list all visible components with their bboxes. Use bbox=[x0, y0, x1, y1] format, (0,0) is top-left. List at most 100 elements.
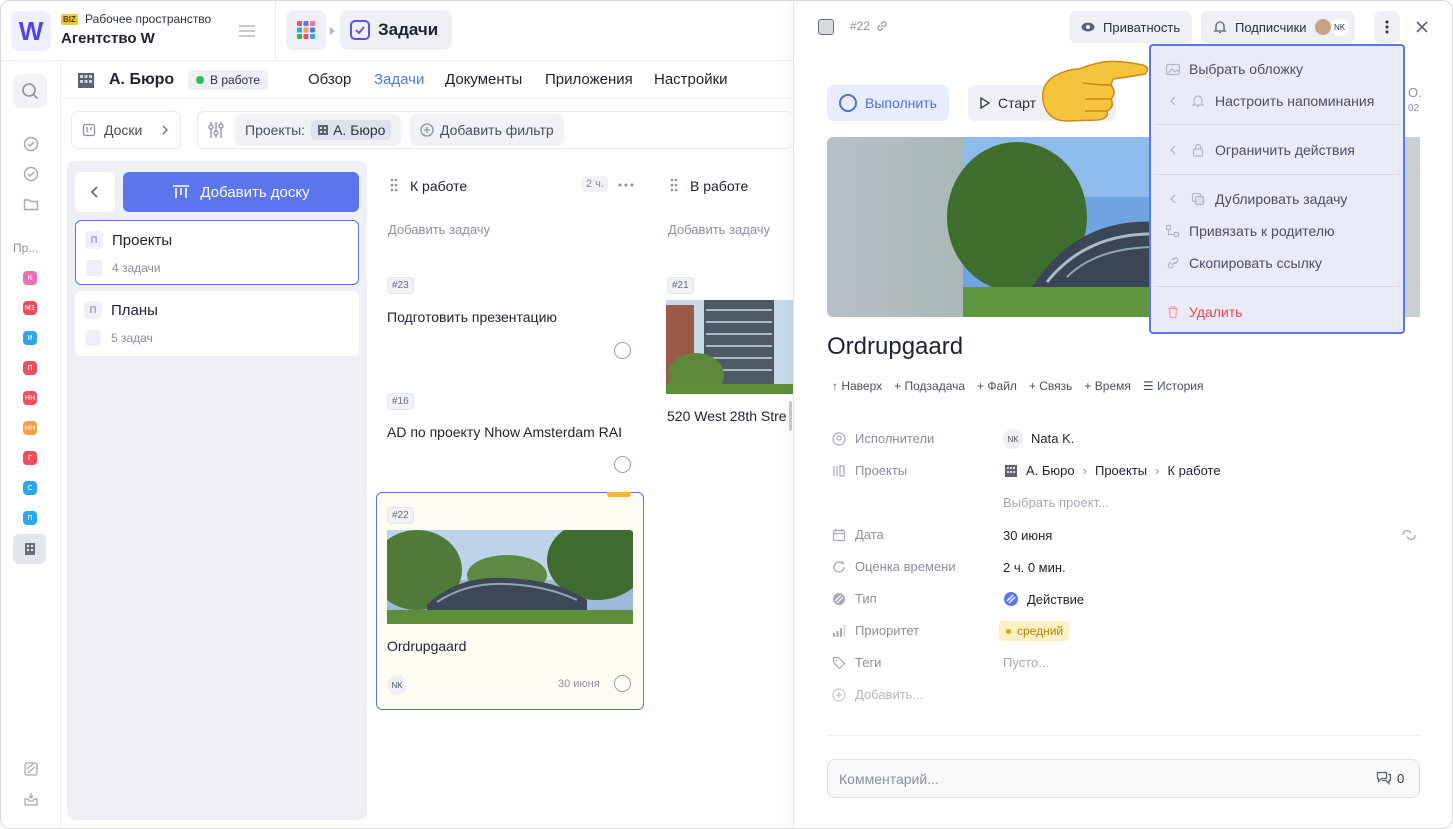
bell-icon bbox=[1191, 95, 1205, 108]
subscribers-label: Подписчики bbox=[1235, 19, 1307, 35]
add-field-button[interactable]: Добавить... bbox=[855, 687, 923, 702]
more-menu-button[interactable] bbox=[1374, 11, 1400, 43]
move-up-button[interactable]: ↑ Наверх bbox=[832, 379, 882, 393]
left-rail: Пр... К М1 И П НН НН Г С П bbox=[1, 61, 61, 828]
date-value[interactable]: 30 июня bbox=[1003, 528, 1052, 543]
more-horizontal-icon[interactable] bbox=[618, 183, 634, 187]
tags-value[interactable]: Пусто... bbox=[1003, 655, 1049, 670]
rail-project-p2[interactable]: П bbox=[23, 511, 37, 525]
workspace-name[interactable]: Агентство W bbox=[61, 30, 155, 47]
rail-project-g[interactable]: Г bbox=[23, 451, 37, 465]
rail-project-nn2[interactable]: НН bbox=[23, 421, 37, 435]
tab-settings[interactable]: Настройки bbox=[654, 71, 728, 88]
column-header-todo[interactable]: К работе 2 ч. bbox=[376, 165, 644, 205]
add-time-button[interactable]: + Время bbox=[1084, 379, 1130, 393]
tab-tasks-project[interactable]: Задачи bbox=[374, 71, 424, 88]
add-board-button[interactable]: Добавить доску bbox=[123, 172, 359, 212]
rail-project-s[interactable]: С bbox=[23, 481, 37, 495]
add-file-button[interactable]: + Файл bbox=[977, 379, 1017, 393]
task-card-21[interactable]: #21 520 West 28th Stre bbox=[656, 262, 793, 471]
assignee-avatar[interactable]: NK bbox=[387, 675, 407, 695]
add-task-button[interactable]: Добавить задачу bbox=[656, 210, 793, 250]
menu-item-choose-cover[interactable]: Выбрать обложку bbox=[1151, 54, 1403, 84]
breadcrumb-arrow-icon bbox=[330, 27, 335, 35]
panel-toggle-icon[interactable] bbox=[818, 19, 834, 35]
menu-item-restrict[interactable]: Ограничить действия bbox=[1151, 135, 1403, 165]
copy-link-icon[interactable] bbox=[876, 20, 888, 32]
tab-tasks[interactable]: Задачи bbox=[340, 10, 452, 50]
subscribers-button[interactable]: Подписчики NK bbox=[1201, 11, 1355, 43]
menu-icon[interactable] bbox=[237, 21, 257, 41]
inbox-icon[interactable] bbox=[23, 791, 39, 807]
add-link-button[interactable]: + Связь bbox=[1029, 379, 1073, 393]
board-item-plans[interactable]: П Планы 5 задач bbox=[75, 291, 359, 356]
tab-overview[interactable]: Обзор bbox=[308, 71, 351, 88]
menu-item-duplicate[interactable]: Дублировать задачу bbox=[1151, 184, 1403, 214]
apps-button[interactable] bbox=[286, 10, 326, 50]
drag-handle-icon[interactable] bbox=[390, 178, 398, 192]
history-button[interactable]: ☰ История bbox=[1143, 379, 1204, 393]
choose-project-link[interactable]: Выбрать проект... bbox=[1003, 495, 1109, 510]
menu-item-attach-parent[interactable]: Привязать к родителю bbox=[1151, 216, 1403, 246]
add-filter-label: Добавить фильтр bbox=[440, 122, 554, 138]
search-button[interactable] bbox=[13, 74, 47, 108]
privacy-button[interactable]: Приватность bbox=[1069, 11, 1193, 43]
project-filter-chip[interactable]: Проекты: А. Бюро bbox=[235, 114, 402, 146]
task-title: Подготовить презентацию bbox=[387, 309, 557, 325]
path-board[interactable]: Проекты bbox=[1095, 463, 1147, 478]
complete-check[interactable] bbox=[614, 456, 631, 473]
task-card-23[interactable]: #23 Подготовить презентацию bbox=[376, 262, 644, 372]
complete-task-button[interactable]: Выполнить bbox=[827, 85, 949, 121]
menu-item-delete[interactable]: Удалить bbox=[1151, 297, 1403, 327]
add-task-button[interactable]: Добавить задачу bbox=[376, 210, 644, 250]
rail-project-nn[interactable]: НН bbox=[23, 391, 37, 405]
priority-dot bbox=[1006, 629, 1011, 634]
tag-icon bbox=[832, 656, 846, 670]
task-number-label: #22 bbox=[850, 19, 871, 33]
project-status-badge[interactable]: В работе bbox=[188, 70, 269, 90]
path-column[interactable]: К работе bbox=[1168, 463, 1221, 478]
priority-badge[interactable]: средний bbox=[999, 621, 1070, 641]
comment-input[interactable]: Комментарий... 0 bbox=[827, 759, 1420, 798]
path-project[interactable]: А. Бюро bbox=[1026, 463, 1075, 478]
task-title[interactable]: Ordrupgaard bbox=[827, 333, 963, 361]
rail-project-active[interactable] bbox=[13, 534, 46, 564]
boards-toggle[interactable]: Доски bbox=[71, 111, 181, 149]
rail-project-i[interactable]: И bbox=[23, 331, 37, 345]
tab-documents[interactable]: Документы bbox=[445, 71, 522, 88]
workspace-logo[interactable]: W bbox=[11, 11, 51, 51]
archive-icon[interactable] bbox=[23, 761, 39, 777]
rail-project-k[interactable]: К bbox=[23, 271, 37, 285]
assignee-name[interactable]: Nata K. bbox=[1031, 431, 1074, 446]
estimate-value[interactable]: 2 ч. 0 мин. bbox=[1003, 560, 1066, 575]
tab-apps[interactable]: Приложения bbox=[545, 71, 633, 88]
drag-handle-icon[interactable] bbox=[670, 178, 678, 192]
collapse-boards-button[interactable] bbox=[75, 172, 115, 212]
add-filter-button[interactable]: Добавить фильтр bbox=[410, 114, 564, 146]
filter-settings-icon[interactable] bbox=[207, 120, 225, 140]
folder-icon[interactable] bbox=[23, 196, 39, 212]
column-header-in-progress[interactable]: В работе bbox=[656, 165, 793, 205]
rail-project-m1[interactable]: М1 bbox=[23, 301, 37, 315]
project-path-breadcrumb[interactable]: А. Бюро › Проекты › К работе bbox=[1004, 463, 1221, 478]
cover-image bbox=[666, 300, 793, 394]
add-subtask-button[interactable]: + Подзадача bbox=[894, 379, 965, 393]
complete-check[interactable] bbox=[614, 342, 631, 359]
plan-badge: BIZ bbox=[61, 14, 78, 25]
cover-icon bbox=[1165, 63, 1181, 76]
type-value[interactable]: Действие bbox=[1003, 591, 1084, 607]
menu-item-copy-link[interactable]: Скопировать ссылку bbox=[1151, 248, 1403, 278]
complete-check[interactable] bbox=[614, 675, 631, 692]
tasks-icon[interactable] bbox=[23, 136, 39, 152]
menu-item-reminders[interactable]: Настроить напоминания bbox=[1151, 86, 1403, 116]
done-icon[interactable] bbox=[23, 166, 39, 182]
task-card-16[interactable]: #16 AD по проекту Nhow Amsterdam RAI bbox=[376, 378, 644, 488]
task-card-22[interactable]: #22 Ordrupgaard NK 30 июня bbox=[376, 492, 644, 710]
repeat-icon[interactable] bbox=[1400, 528, 1418, 542]
panel-resize-handle[interactable] bbox=[789, 401, 792, 431]
rail-project-p[interactable]: П bbox=[23, 361, 37, 375]
board-item-projects[interactable]: П Проекты 4 задачи bbox=[75, 220, 359, 285]
close-icon[interactable] bbox=[1415, 20, 1429, 34]
priority-label: Приоритет bbox=[855, 623, 920, 638]
boards-label: Доски bbox=[104, 122, 143, 138]
